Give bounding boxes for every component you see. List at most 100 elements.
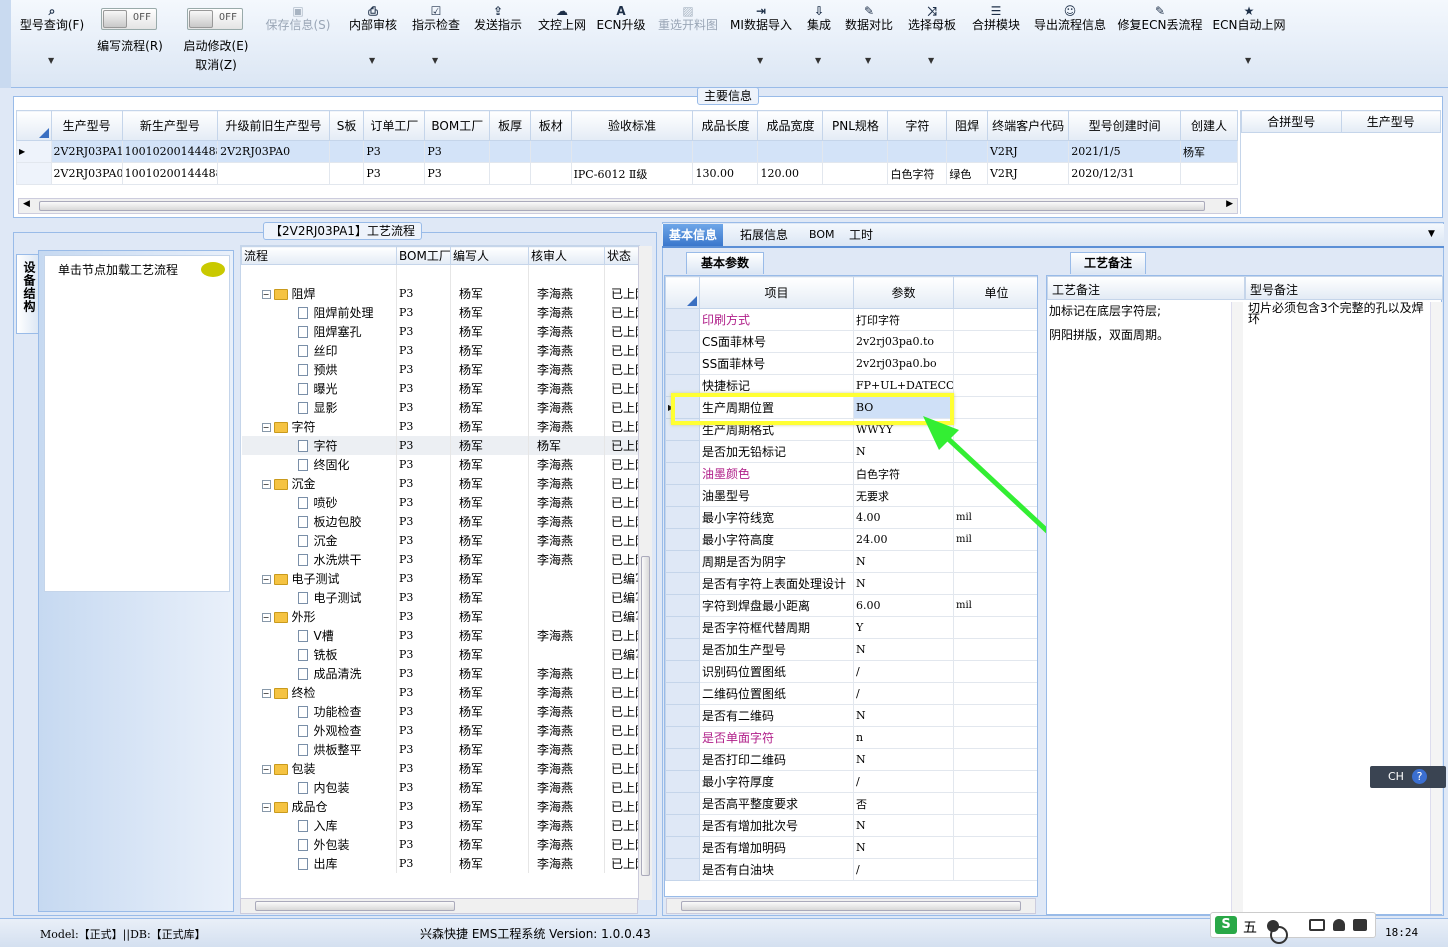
process-col-0[interactable]: 流程	[241, 246, 397, 265]
main-col-15[interactable]: 型号创建时间	[1068, 110, 1181, 141]
main-col-4[interactable]: 订单工厂	[363, 110, 426, 141]
process-vscroll[interactable]	[638, 246, 652, 900]
param-row[interactable]: 印刷方式 打印字符	[665, 308, 1037, 331]
param-row[interactable]: 字符到焊盘最小距离 6.00 mil	[665, 594, 1037, 617]
dropdown-arrow-icon[interactable]: ▼	[928, 56, 934, 65]
basic-params-tab[interactable]: 基本参数	[686, 252, 764, 274]
main-col-16[interactable]: 创建人	[1179, 110, 1238, 141]
tree-node[interactable]: − 包装 P3杨军李海燕已上网	[241, 758, 639, 778]
process-vscroll-thumb[interactable]	[641, 556, 650, 876]
remark-vscroll-2[interactable]	[1430, 302, 1442, 914]
collapse-icon[interactable]: −	[261, 688, 271, 698]
collapse-icon[interactable]: −	[261, 612, 271, 622]
toolbar-button-15[interactable]: ☺ 导出流程信息	[1020, 4, 1120, 33]
main-info-hscroll[interactable]: ◀ ▶	[18, 198, 1238, 214]
param-row[interactable]: 是否有白油块 /	[665, 858, 1037, 881]
model-remark-text[interactable]: 切片必须包含3个完整的孔以及焊环	[1248, 302, 1428, 325]
scroll-right-icon[interactable]: ▶	[1226, 199, 1233, 209]
main-col-12[interactable]: 字符	[887, 110, 948, 141]
tree-node[interactable]: 出库 P3杨军李海燕已上网	[241, 853, 639, 873]
tree-node[interactable]: − 成品仓 P3杨军李海燕已上网	[241, 796, 639, 816]
dropdown-arrow-icon[interactable]: ▼	[815, 56, 821, 65]
table-cell[interactable]: 10010200144488	[121, 162, 219, 185]
toggle-switch-1[interactable]: OFF	[101, 8, 157, 30]
tree-node[interactable]: 曝光 P3杨军李海燕已上网	[241, 378, 639, 398]
tree-node[interactable]: − 外形 P3杨军 已编写	[241, 606, 639, 626]
params-hscroll-thumb[interactable]	[681, 901, 1021, 911]
process-col-2[interactable]: 编写人	[450, 246, 529, 265]
table-cell[interactable]	[1179, 162, 1238, 185]
dropdown-arrow-icon[interactable]: ▼	[757, 56, 763, 65]
main-col-13[interactable]: 阻焊	[946, 110, 988, 141]
main-col-9[interactable]: 成品长度	[692, 110, 759, 141]
tree-node[interactable]: 外观检查 P3杨军李海燕已上网	[241, 720, 639, 740]
collapse-icon[interactable]: −	[261, 764, 271, 774]
table-cell[interactable]	[489, 140, 531, 163]
table-cell[interactable]: 杨军	[1179, 140, 1238, 163]
param-value[interactable]: N	[853, 814, 954, 837]
param-value[interactable]: N	[853, 704, 954, 727]
tree-node[interactable]: − 字符 P3杨军李海燕已上网	[241, 416, 639, 436]
dropdown-arrow-icon[interactable]: ▼	[432, 56, 438, 65]
tree-node[interactable]: 入库 P3杨军李海燕已上网	[241, 815, 639, 835]
table-cell[interactable]	[328, 162, 365, 185]
param-row[interactable]: 是否有增加明码 N	[665, 836, 1037, 859]
tree-node[interactable]: − 沉金 P3杨军李海燕已上网	[241, 473, 639, 493]
process-hscroll[interactable]	[240, 898, 638, 914]
merge-col-merge-model[interactable]: 合拼型号	[1241, 110, 1342, 133]
tree-node[interactable]: 预烘 P3杨军李海燕已上网	[241, 359, 639, 379]
main-col-7[interactable]: 板材	[529, 110, 572, 141]
main-col-8[interactable]: 验收标准	[570, 110, 694, 141]
table-cell[interactable]	[328, 140, 365, 163]
table-cell[interactable]: P3	[363, 162, 426, 185]
table-cell[interactable]: V2RJ	[986, 140, 1070, 163]
table-cell[interactable]: IPC-6012 Ⅱ级	[570, 162, 694, 185]
scroll-left-icon[interactable]: ◀	[23, 199, 30, 209]
tab-hours[interactable]: 工时	[843, 224, 879, 246]
table-cell[interactable]	[217, 162, 330, 185]
tree-node[interactable]: − 阻焊 P3杨军李海燕已上网	[241, 283, 639, 303]
table-cell[interactable]: P3	[424, 140, 491, 163]
param-row[interactable]: 是否有字符上表面处理设计 N	[665, 572, 1037, 595]
param-value[interactable]: /	[853, 858, 954, 881]
help-icon[interactable]: ?	[1412, 769, 1427, 784]
toolbar-button-1[interactable]: 编写流程(R)	[80, 37, 180, 54]
param-row[interactable]: 是否单面字符 n	[665, 726, 1037, 749]
tree-node[interactable]: 阻焊塞孔 P3杨军李海燕已上网	[241, 321, 639, 341]
param-value[interactable]: 2v2rj03pa0.bo	[853, 352, 954, 375]
param-value[interactable]: N	[853, 638, 954, 661]
process-remark-text[interactable]: 加标记在底层字符层; 阴阳拼版，双面周期。	[1049, 303, 1231, 343]
params-col-2[interactable]: 单位	[953, 276, 1037, 309]
param-value[interactable]: N	[853, 748, 954, 771]
main-col-2[interactable]: 升级前旧生产型号	[217, 110, 330, 141]
tree-node[interactable]: 字符P3杨军杨军已上网	[241, 435, 639, 455]
tree-node[interactable]: 显影 P3杨军李海燕已上网	[241, 397, 639, 417]
toolbar-button-17[interactable]: ★ ECN自动上网	[1199, 4, 1299, 33]
main-col-14[interactable]: 终端客户代码	[986, 110, 1070, 141]
param-value[interactable]: n	[853, 726, 954, 749]
tree-node[interactable]: 喷砂 P3杨军李海燕已上网	[241, 492, 639, 512]
dropdown-arrow-icon[interactable]: ▼	[369, 56, 375, 65]
tree-node[interactable]: V槽 P3杨军李海燕已上网	[241, 625, 639, 645]
tree-node[interactable]: 阻焊前处理 P3杨军李海燕已上网	[241, 302, 639, 322]
param-row[interactable]: 是否字符框代替周期 Y	[665, 616, 1037, 639]
dropdown-arrow-icon[interactable]: ▼	[865, 56, 871, 65]
tree-node[interactable]: 烘板整平 P3杨军李海燕已上网	[241, 739, 639, 759]
remark-vscroll-1[interactable]	[1231, 302, 1243, 914]
table-cell[interactable]: P3	[363, 140, 426, 163]
param-value[interactable]: 打印字符	[853, 308, 954, 331]
dropdown-arrow-icon[interactable]: ▼	[1245, 56, 1251, 65]
tree-node[interactable]: 内包装 P3杨军李海燕已上网	[241, 777, 639, 797]
table-cell[interactable]: P3	[424, 162, 491, 185]
tree-node[interactable]: 丝印 P3杨军李海燕已上网	[241, 340, 639, 360]
table-row[interactable]: ▶ 2V2RJ03PA1 10010200144488 2V2RJ03PA0 P3 P3 V…	[16, 140, 1238, 163]
tree-node[interactable]: 外包装 P3杨军李海燕已上网	[241, 834, 639, 854]
table-cell[interactable]: 120.00	[757, 162, 824, 185]
param-row[interactable]: 识别码位置图纸 /	[665, 660, 1037, 683]
param-value[interactable]: N	[853, 572, 954, 595]
table-cell[interactable]: 绿色	[946, 162, 988, 185]
param-row[interactable]: 最小字符厚度 /	[665, 770, 1037, 793]
param-row[interactable]: 是否高平整度要求否	[665, 792, 1037, 815]
main-col-6[interactable]: 板厚	[489, 110, 531, 141]
tree-node[interactable]: − 终检 P3杨军李海燕已上网	[241, 682, 639, 702]
